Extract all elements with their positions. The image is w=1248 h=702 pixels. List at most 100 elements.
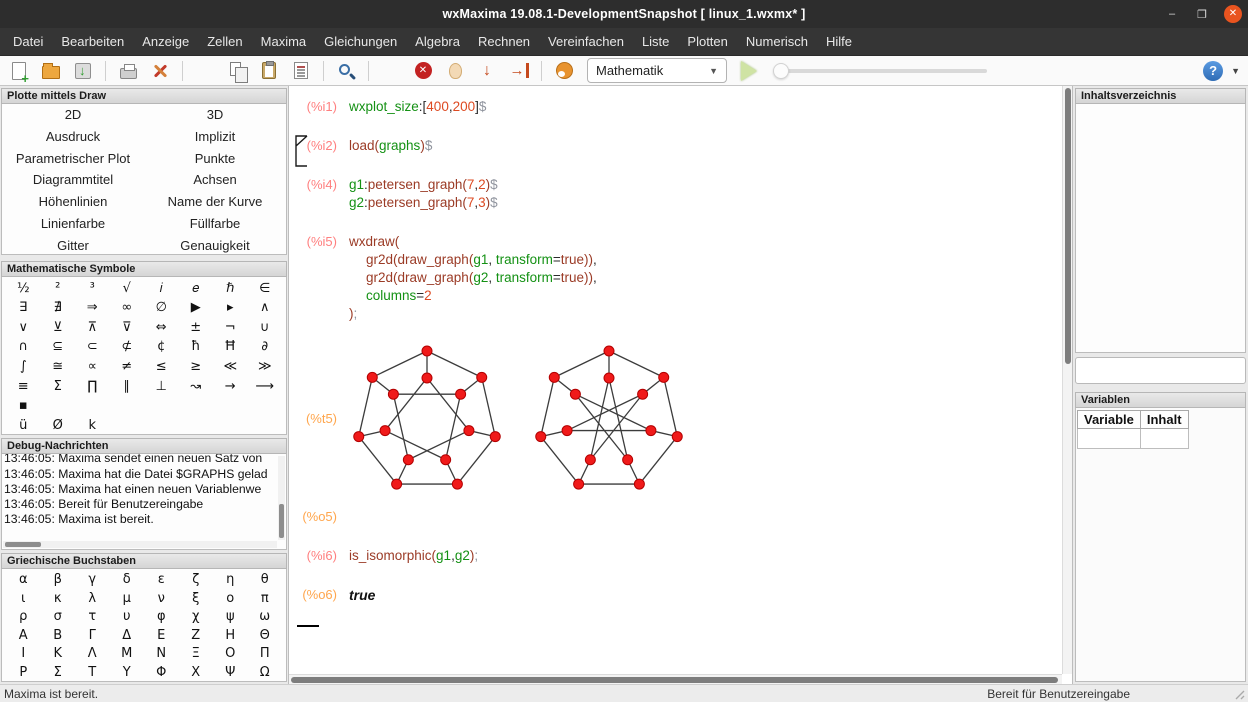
maximize-button[interactable]: ❐ bbox=[1194, 8, 1210, 21]
help-icon[interactable]: ? bbox=[1203, 61, 1223, 81]
math-symbol[interactable]: ∩ bbox=[6, 337, 41, 357]
debug-vertical-scrollbar[interactable] bbox=[278, 456, 285, 540]
menu-algebra[interactable]: Algebra bbox=[406, 30, 469, 53]
greek-letter[interactable]: λ bbox=[75, 589, 110, 608]
math-symbol[interactable]: ∏ bbox=[75, 376, 110, 396]
cell-type-select[interactable]: Mathematik ▼ bbox=[587, 58, 727, 83]
math-symbol[interactable]: ▸ bbox=[213, 298, 248, 318]
math-symbol[interactable]: ⊄ bbox=[110, 337, 145, 357]
math-symbol[interactable]: ħ bbox=[179, 337, 214, 357]
stop-button[interactable] bbox=[410, 58, 436, 84]
greek-letter[interactable]: π bbox=[248, 589, 283, 608]
greek-letter[interactable]: ν bbox=[144, 589, 179, 608]
draw-button-3d[interactable]: 3D bbox=[144, 104, 286, 126]
draw-panel-header[interactable]: Plotte mittels Draw bbox=[1, 88, 287, 104]
math-symbol[interactable]: ≅ bbox=[41, 357, 76, 377]
math-symbol[interactable]: ⊽ bbox=[110, 317, 145, 337]
cell-i1[interactable]: (%i1)wxplot_size:[400,200]$ bbox=[289, 98, 1062, 116]
draw-button-ausdruck[interactable]: Ausdruck bbox=[2, 126, 144, 148]
logo-button[interactable] bbox=[551, 58, 577, 84]
print-button[interactable] bbox=[115, 58, 141, 84]
math-symbol[interactable]: ± bbox=[179, 317, 214, 337]
draw-button-linienfarbe[interactable]: Linienfarbe bbox=[2, 213, 144, 235]
menu-datei[interactable]: Datei bbox=[4, 30, 52, 53]
draw-button-implizit[interactable]: Implizit bbox=[144, 126, 286, 148]
math-symbol[interactable]: Ħ bbox=[213, 337, 248, 357]
configure-button[interactable] bbox=[147, 58, 173, 84]
greek-letter[interactable]: ε bbox=[144, 570, 179, 589]
cell-content[interactable]: g1:petersen_graph(7,2)$g2:petersen_graph… bbox=[349, 176, 498, 212]
toc-panel-header[interactable]: Inhaltsverzeichnis bbox=[1075, 88, 1246, 104]
restart-button[interactable] bbox=[378, 58, 404, 84]
cell-bracket-icon[interactable] bbox=[293, 134, 309, 168]
variables-panel-header[interactable]: Variablen bbox=[1075, 392, 1246, 408]
symbols-panel-header[interactable]: Mathematische Symbole bbox=[1, 261, 287, 277]
greek-letter[interactable]: Π bbox=[248, 645, 283, 664]
minimize-button[interactable]: – bbox=[1164, 8, 1180, 20]
new-button[interactable] bbox=[6, 58, 32, 84]
greek-letter[interactable]: γ bbox=[75, 570, 110, 589]
variables-cell[interactable] bbox=[1078, 429, 1141, 449]
draw-button-gitter[interactable]: Gitter bbox=[2, 234, 144, 255]
menu-vereinfachen[interactable]: Vereinfachen bbox=[539, 30, 633, 53]
variables-row[interactable] bbox=[1078, 429, 1189, 449]
math-symbol[interactable]: ≤ bbox=[144, 357, 179, 377]
draw-button-punkte[interactable]: Punkte bbox=[144, 147, 286, 169]
greek-letter[interactable]: Σ bbox=[41, 663, 76, 682]
greek-letter[interactable]: μ bbox=[110, 589, 145, 608]
greek-letter[interactable]: κ bbox=[41, 589, 76, 608]
math-symbol[interactable]: ¬ bbox=[213, 317, 248, 337]
math-symbol[interactable]: ▶ bbox=[179, 298, 214, 318]
greek-letter[interactable]: E bbox=[144, 626, 179, 645]
draw-button-genauigkeit[interactable]: Genauigkeit bbox=[144, 234, 286, 255]
greek-letter[interactable]: δ bbox=[110, 570, 145, 589]
greek-letter[interactable]: Δ bbox=[110, 626, 145, 645]
math-symbol[interactable]: ⟶ bbox=[248, 376, 283, 396]
math-symbol[interactable]: ∫ bbox=[6, 357, 41, 377]
text-button[interactable] bbox=[288, 58, 314, 84]
greek-letter[interactable]: Φ bbox=[144, 663, 179, 682]
math-symbol[interactable]: ² bbox=[41, 278, 76, 298]
draw-button-füllfarbe[interactable]: Füllfarbe bbox=[144, 213, 286, 235]
open-button[interactable] bbox=[38, 58, 64, 84]
slider-knob[interactable] bbox=[773, 63, 789, 79]
math-symbol[interactable]: ≪ bbox=[213, 357, 248, 377]
menu-anzeige[interactable]: Anzeige bbox=[133, 30, 198, 53]
greek-letter[interactable]: Θ bbox=[248, 626, 283, 645]
resize-grip-icon[interactable] bbox=[1233, 688, 1245, 700]
greek-letter[interactable]: α bbox=[6, 570, 41, 589]
greek-letter[interactable]: ξ bbox=[179, 589, 214, 608]
toc-filter-input[interactable] bbox=[1075, 357, 1246, 384]
greek-letter[interactable]: Ψ bbox=[213, 663, 248, 682]
greek-letter[interactable]: T bbox=[75, 663, 110, 682]
greek-letter[interactable]: N bbox=[144, 645, 179, 664]
greek-letter[interactable]: χ bbox=[179, 607, 214, 626]
draw-button-2d[interactable]: 2D bbox=[2, 104, 144, 126]
math-symbol[interactable]: ⇒ bbox=[75, 298, 110, 318]
math-symbol[interactable]: ▪ bbox=[6, 396, 41, 416]
cell-content[interactable]: wxplot_size:[400,200]$ bbox=[349, 98, 486, 116]
math-symbol[interactable]: ∨ bbox=[6, 317, 41, 337]
math-symbol[interactable]: ∥ bbox=[110, 376, 145, 396]
cell-content[interactable]: is_isomorphic(g1,g2); bbox=[349, 547, 478, 565]
menu-rechnen[interactable]: Rechnen bbox=[469, 30, 539, 53]
greek-letter[interactable]: η bbox=[213, 570, 248, 589]
math-symbol[interactable]: ∅ bbox=[144, 298, 179, 318]
search-button[interactable] bbox=[333, 58, 359, 84]
greek-letter[interactable]: O bbox=[213, 645, 248, 664]
math-symbol[interactable]: ³ bbox=[75, 278, 110, 298]
greek-letter[interactable]: H bbox=[213, 626, 248, 645]
math-symbol[interactable]: ¢ bbox=[144, 337, 179, 357]
interrupt-button[interactable] bbox=[442, 58, 468, 84]
math-symbol[interactable]: ℏ bbox=[213, 278, 248, 298]
animation-slider[interactable] bbox=[775, 69, 987, 73]
variables-table[interactable]: VariableInhalt bbox=[1077, 410, 1189, 449]
math-symbol[interactable]: ⊥ bbox=[144, 376, 179, 396]
math-symbol[interactable]: ⊻ bbox=[41, 317, 76, 337]
debug-horizontal-scrollbar[interactable] bbox=[3, 541, 277, 548]
play-animation-button[interactable] bbox=[741, 61, 757, 81]
math-symbol[interactable]: → bbox=[213, 376, 248, 396]
greek-letter[interactable]: ι bbox=[6, 589, 41, 608]
greek-letter[interactable]: β bbox=[41, 570, 76, 589]
math-symbol[interactable]: ∄ bbox=[41, 298, 76, 318]
